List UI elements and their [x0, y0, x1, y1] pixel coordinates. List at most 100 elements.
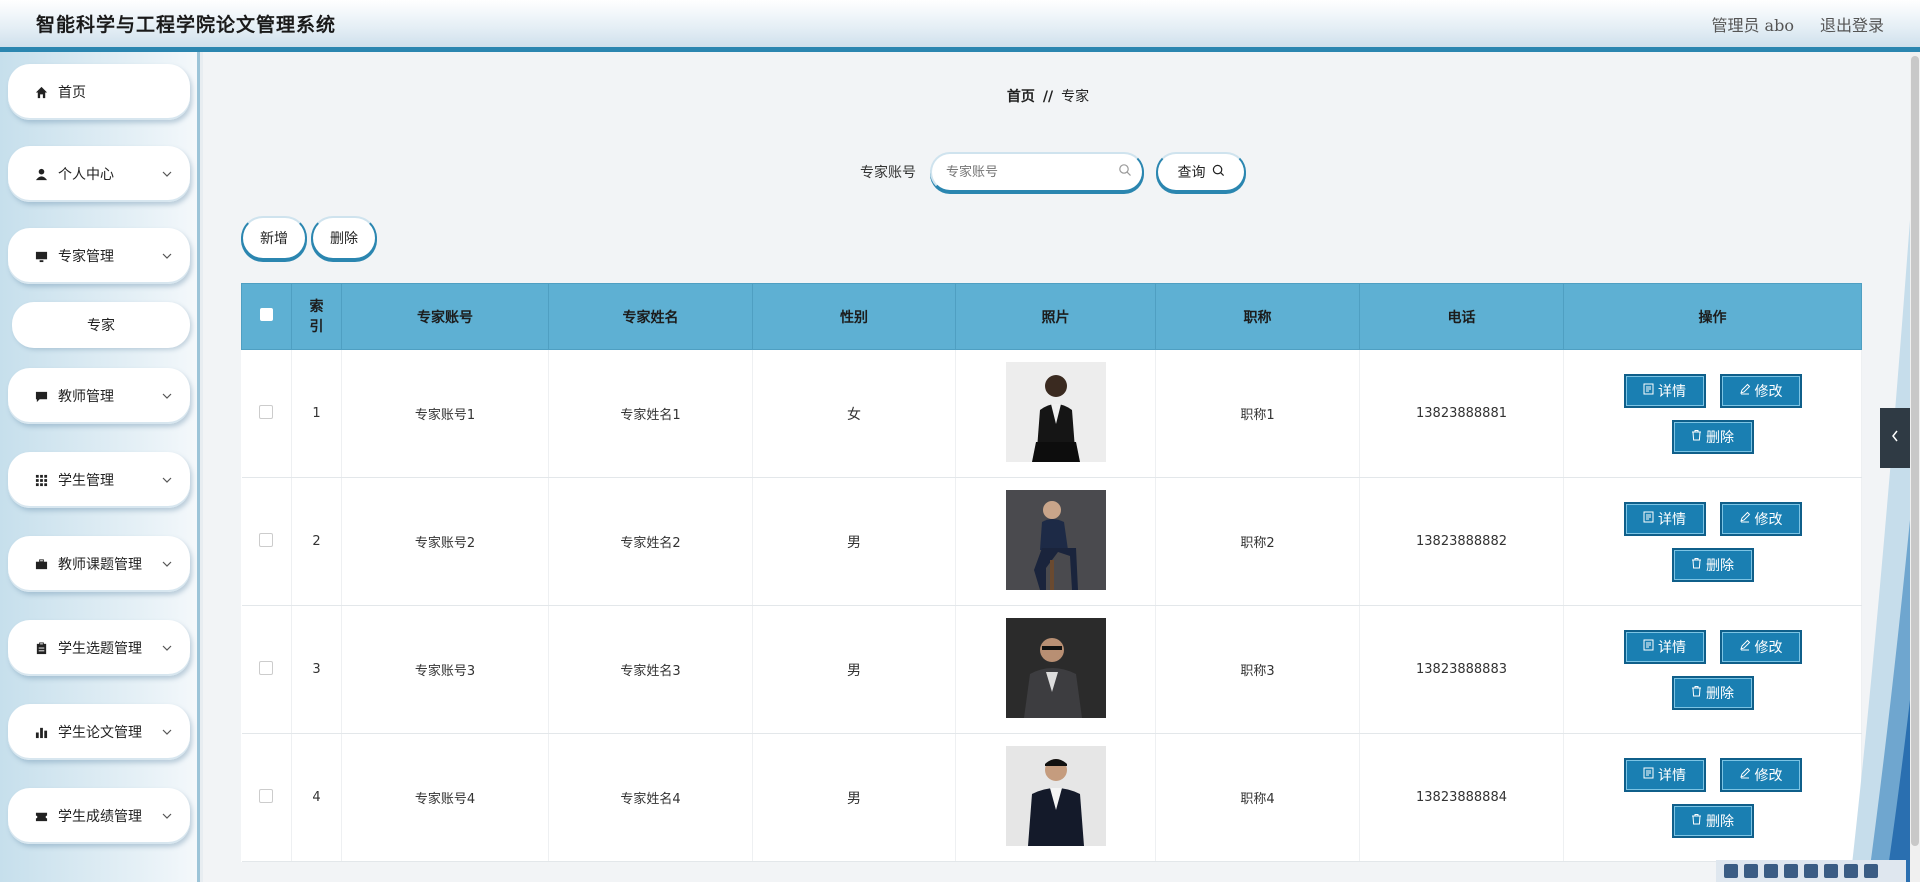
column-header: 照片 — [955, 283, 1156, 350]
column-header: 职称 — [1155, 283, 1360, 350]
chevron-down-icon — [158, 561, 176, 567]
tray-app-icon[interactable] — [1804, 864, 1818, 878]
search-row: 专家账号 查询 — [203, 152, 1903, 192]
chevron-down-icon — [158, 813, 176, 819]
search-icon — [1212, 164, 1225, 181]
sidebar-item-student-paper[interactable]: 学生论文管理 — [8, 704, 190, 760]
current-user: 管理员 abo — [1711, 15, 1794, 35]
cell-phone: 13823888882 — [1359, 477, 1564, 606]
delete-button[interactable]: 删除 — [1671, 803, 1754, 838]
add-button[interactable]: 新增 — [241, 216, 307, 260]
cell-index: 3 — [291, 605, 342, 734]
document-icon — [1643, 639, 1654, 655]
delete-button[interactable]: 删除 — [1671, 547, 1754, 582]
pencil-icon — [1739, 767, 1751, 783]
tray-app-icon[interactable] — [1744, 864, 1758, 878]
sidebar-item-label: 学生论文管理 — [58, 725, 142, 741]
row-checkbox[interactable] — [259, 532, 274, 547]
expert-table: 索引 专家账号 专家姓名 性别 照片 职称 电话 操作 1 专家账号1 专家姓名… — [241, 283, 1862, 862]
collapse-panel-button[interactable] — [1880, 408, 1910, 468]
tray-app-icon[interactable] — [1764, 864, 1778, 878]
decorative-wave — [1850, 220, 1910, 882]
cell-title: 职称3 — [1155, 605, 1360, 734]
page-scrollbar[interactable] — [1910, 52, 1920, 882]
edit-button[interactable]: 修改 — [1719, 501, 1802, 536]
tray-app-icon[interactable] — [1724, 864, 1738, 878]
select-all-checkbox[interactable] — [260, 308, 273, 321]
chevron-down-icon — [158, 171, 176, 177]
search-box[interactable] — [930, 152, 1144, 192]
bar-chart-icon — [34, 725, 48, 739]
search-icon — [1118, 163, 1132, 181]
user-icon — [34, 167, 48, 181]
document-icon — [1643, 767, 1654, 783]
sidebar-item-personal[interactable]: 个人中心 — [8, 146, 190, 202]
sidebar-item-home[interactable]: 首页 — [8, 64, 190, 120]
cell-gender: 男 — [752, 477, 956, 606]
table-row: 3 专家账号3 专家姓名3 男 职称3 13823888883 详情 修改 删除 — [241, 605, 1862, 734]
main-content: 首页 // 专家 专家账号 查询 新增 删除 索引 专家账号 专家姓名 — [203, 52, 1920, 882]
sidebar-subitem-expert[interactable]: 专家 — [12, 302, 190, 348]
delete-button[interactable]: 删除 — [1671, 419, 1754, 454]
column-header: 性别 — [752, 283, 956, 350]
header-right: 管理员 abo 退出登录 — [1711, 12, 1884, 36]
expert-photo — [1005, 617, 1106, 718]
sidebar-item-student[interactable]: 学生管理 — [8, 452, 190, 508]
expert-photo — [1005, 489, 1106, 590]
row-checkbox[interactable] — [259, 660, 274, 675]
logout-link[interactable]: 退出登录 — [1820, 12, 1884, 36]
cell-title: 职称4 — [1155, 733, 1360, 862]
detail-button[interactable]: 详情 — [1623, 757, 1706, 792]
sidebar-item-teacher-topic[interactable]: 教师课题管理 — [8, 536, 190, 592]
cell-title: 职称2 — [1155, 477, 1360, 606]
search-input[interactable] — [946, 164, 1118, 180]
edit-button[interactable]: 修改 — [1719, 757, 1802, 792]
system-tray — [1716, 860, 1906, 882]
tray-app-icon[interactable] — [1864, 864, 1878, 878]
sidebar-item-expert[interactable]: 专家管理 — [8, 228, 190, 284]
row-checkbox[interactable] — [259, 788, 274, 803]
sidebar-item-label: 教师管理 — [58, 389, 114, 405]
chevron-left-icon — [1891, 430, 1899, 446]
cell-name: 专家姓名1 — [548, 349, 753, 478]
column-header: 电话 — [1359, 283, 1564, 350]
scrollbar-thumb[interactable] — [1911, 56, 1919, 846]
search-button-label: 查询 — [1177, 165, 1206, 181]
sidebar-item-label: 教师课题管理 — [58, 557, 142, 573]
trash-icon — [1691, 685, 1702, 701]
cell-phone: 13823888883 — [1359, 605, 1564, 734]
detail-button[interactable]: 详情 — [1623, 373, 1706, 408]
cell-gender: 男 — [752, 605, 956, 734]
cell-phone: 13823888881 — [1359, 349, 1564, 478]
delete-button[interactable]: 删除 — [1671, 675, 1754, 710]
sidebar-item-student-topic[interactable]: 学生选题管理 — [8, 620, 190, 676]
cell-name: 专家姓名2 — [548, 477, 753, 606]
breadcrumb-home[interactable]: 首页 — [1007, 89, 1035, 105]
trash-icon — [1691, 557, 1702, 573]
select-all-cell[interactable] — [241, 283, 292, 350]
app-title: 智能科学与工程学院论文管理系统 — [36, 14, 337, 36]
breadcrumb-separator: // — [1042, 89, 1054, 105]
detail-button[interactable]: 详情 — [1623, 629, 1706, 664]
sidebar-item-teacher[interactable]: 教师管理 — [8, 368, 190, 424]
cell-account: 专家账号2 — [341, 477, 549, 606]
row-checkbox[interactable] — [259, 404, 274, 419]
chevron-down-icon — [158, 729, 176, 735]
tray-app-icon[interactable] — [1824, 864, 1838, 878]
document-icon — [1643, 383, 1654, 399]
table-row: 2 专家账号2 专家姓名2 男 职称2 13823888882 详情 修改 删除 — [241, 477, 1862, 606]
column-header: 操作 — [1563, 283, 1862, 350]
batch-delete-button[interactable]: 删除 — [311, 216, 377, 260]
sidebar-item-student-score[interactable]: 学生成绩管理 — [8, 788, 190, 844]
detail-button[interactable]: 详情 — [1623, 501, 1706, 536]
tray-app-icon[interactable] — [1844, 864, 1858, 878]
edit-button[interactable]: 修改 — [1719, 629, 1802, 664]
cell-phone: 13823888884 — [1359, 733, 1564, 862]
sidebar: 首页 个人中心 专家管理 专家 教师管理 学生管理 教师课题管理 学生选题管理 … — [0, 52, 200, 882]
column-header: 专家账号 — [341, 283, 549, 350]
edit-button[interactable]: 修改 — [1719, 373, 1802, 408]
tray-app-icon[interactable] — [1784, 864, 1798, 878]
chevron-down-icon — [158, 645, 176, 651]
search-button[interactable]: 查询 — [1156, 152, 1246, 192]
cell-gender: 男 — [752, 733, 956, 862]
